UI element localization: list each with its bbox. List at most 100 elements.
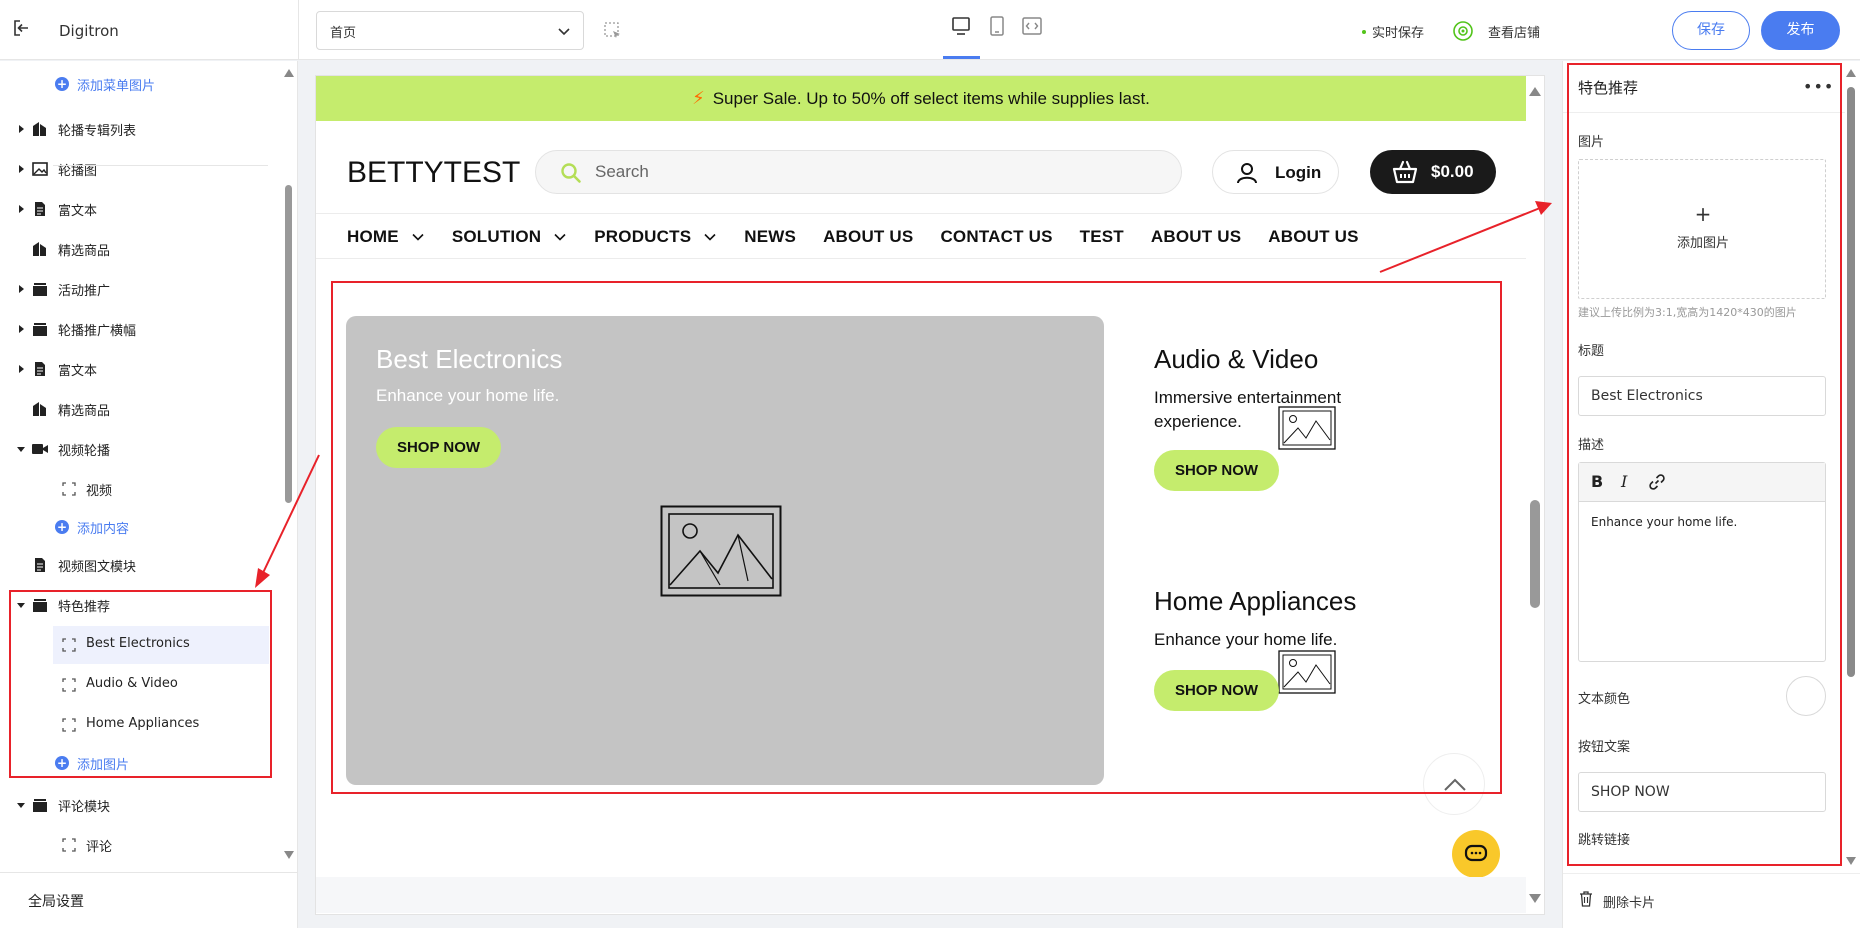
scrollbar-thumb[interactable] (1530, 500, 1540, 608)
nav-item[interactable]: ABOUT US (1268, 226, 1358, 248)
page-select[interactable]: 首页 (316, 11, 584, 50)
caret-down-icon[interactable] (16, 444, 26, 454)
caret-right-icon[interactable] (16, 164, 26, 174)
nav-item-label: ABOUT US (1150, 227, 1242, 246)
shop-now-button[interactable]: SHOP NOW (376, 427, 501, 468)
nav-item[interactable]: HOME (347, 226, 425, 248)
tree-item-label: 评论 (86, 840, 113, 855)
tree-item[interactable]: 评论 (0, 825, 280, 865)
divider (316, 213, 1526, 214)
shop-now-button[interactable]: SHOP NOW (1154, 670, 1279, 711)
tree-item[interactable]: 轮播推广横幅 (0, 309, 280, 349)
tree-item[interactable]: Best Electronics (0, 625, 280, 665)
announcement-bar[interactable]: ⚡ Super Sale. Up to 50% off select items … (316, 76, 1526, 121)
image-placeholder-icon (1278, 650, 1336, 694)
scroll-up-arrow[interactable] (284, 69, 294, 77)
button-text-input[interactable]: SHOP NOW (1578, 772, 1826, 812)
publish-button[interactable]: 发布 (1761, 11, 1840, 50)
italic-icon[interactable]: I (1621, 472, 1627, 491)
add-image-label: 添加图片 (1676, 236, 1729, 251)
exit-icon[interactable] (12, 18, 32, 38)
add-item-button[interactable]: + 添加图片 (0, 743, 280, 783)
nav-item-label: ABOUT US (1268, 227, 1359, 246)
chevron-down-icon (704, 233, 716, 241)
stack-icon (33, 599, 47, 612)
tree-item-label: 视频图文模块 (58, 560, 137, 575)
tree-item[interactable]: 活动推广 (0, 269, 280, 309)
trash-icon[interactable] (1579, 891, 1593, 907)
search-placeholder: Search (595, 162, 649, 181)
tree-item[interactable]: Audio & Video (0, 665, 280, 705)
tree-item[interactable]: 特色推荐 (0, 585, 280, 625)
caret-down-icon[interactable] (16, 600, 26, 610)
tablet-view-icon[interactable] (986, 15, 1008, 37)
scroll-down-arrow[interactable] (1846, 857, 1856, 865)
store-logo[interactable]: BETTYTEST (347, 156, 520, 190)
add-item-button[interactable]: + 添加菜单图片 (0, 64, 280, 104)
more-options-icon[interactable]: ••• (1803, 77, 1834, 96)
scrollbar-thumb[interactable] (285, 185, 292, 503)
nav-item[interactable]: ABOUT US (823, 226, 913, 248)
scroll-down-arrow[interactable] (284, 851, 294, 859)
link-icon[interactable] (1648, 473, 1666, 491)
nav-item[interactable]: PRODUCTS (594, 226, 717, 248)
nav-item[interactable]: NEWS (744, 226, 796, 248)
nav-item[interactable]: ABOUT US (1151, 226, 1241, 248)
chevron-down-icon (412, 233, 424, 241)
chevron-up-icon (1444, 778, 1466, 791)
feature-card-home-appliances[interactable]: Home Appliances Enhance your home life. … (1154, 560, 1532, 780)
tree-item[interactable]: 视频 (0, 469, 280, 509)
tree-item[interactable]: 视频图文模块 (0, 545, 280, 585)
tree-item[interactable]: 评论模块 (0, 785, 280, 825)
cart-button[interactable]: $0.00 (1370, 150, 1496, 194)
store-search-input[interactable]: Search (535, 150, 1182, 194)
eye-icon[interactable] (1452, 20, 1474, 42)
page-select-value: 首页 (330, 26, 357, 41)
login-button[interactable]: Login (1212, 150, 1339, 194)
tree-item[interactable]: 轮播图 (0, 149, 280, 189)
caret-right-icon[interactable] (16, 124, 26, 134)
scroll-up-arrow[interactable] (1529, 87, 1541, 96)
card-title: Best Electronics (376, 344, 563, 374)
nav-item[interactable]: TEST (1080, 226, 1124, 248)
tree-item[interactable]: 轮播专辑列表 (0, 109, 280, 149)
nav-item[interactable]: SOLUTION (452, 226, 567, 248)
tree-item[interactable]: 精选商品 (0, 229, 280, 269)
feature-card-large[interactable]: Best Electronics Enhance your home life.… (346, 316, 1104, 785)
view-store-link[interactable]: 查看店铺 (1488, 22, 1540, 41)
save-button[interactable]: 保存 (1672, 11, 1750, 50)
bold-icon[interactable]: B (1591, 472, 1603, 491)
text-color-swatch[interactable] (1786, 676, 1826, 716)
basket-icon (1392, 160, 1418, 184)
nav-item[interactable]: CONTACT US (940, 226, 1052, 248)
scroll-up-arrow[interactable] (1846, 69, 1856, 77)
tree-item[interactable]: Home Appliances (0, 705, 280, 745)
delete-card-button[interactable]: 删除卡片 (1603, 892, 1655, 911)
nav-item-label: HOME (347, 227, 399, 246)
global-settings-button[interactable]: 全局设置 (28, 891, 84, 911)
tree-item[interactable]: 富文本 (0, 189, 280, 229)
scroll-down-arrow[interactable] (1529, 894, 1541, 903)
fullwidth-view-icon[interactable] (1021, 15, 1043, 37)
feature-card-audio-video[interactable]: Audio & Video Immersive entertainment ex… (1154, 316, 1532, 536)
add-item-button[interactable]: + 添加内容 (0, 507, 280, 547)
select-element-icon[interactable] (603, 21, 623, 41)
caret-right-icon[interactable] (16, 284, 26, 294)
tree-item[interactable]: 富文本 (0, 349, 280, 389)
caret-down-icon[interactable] (16, 800, 26, 810)
title-input[interactable]: Best Electronics (1578, 376, 1826, 416)
image-upload-area[interactable]: + 添加图片 (1578, 159, 1826, 299)
description-editor[interactable]: B I Enhance your home life. (1578, 462, 1826, 662)
chat-button[interactable] (1452, 830, 1500, 878)
tree-item[interactable]: 精选商品 (0, 389, 280, 429)
caret-right-icon[interactable] (16, 324, 26, 334)
shop-now-button[interactable]: SHOP NOW (1154, 450, 1279, 491)
tree-item[interactable]: 视频轮播 (0, 429, 280, 469)
caret-right-icon[interactable] (16, 204, 26, 214)
desktop-view-icon[interactable] (950, 15, 972, 37)
button-text-label: 按钮文案 (1578, 740, 1631, 755)
caret-right-icon[interactable] (16, 364, 26, 374)
app-name: Digitron (59, 22, 119, 40)
back-to-top-button[interactable] (1423, 753, 1485, 815)
scrollbar-thumb[interactable] (1847, 87, 1855, 677)
